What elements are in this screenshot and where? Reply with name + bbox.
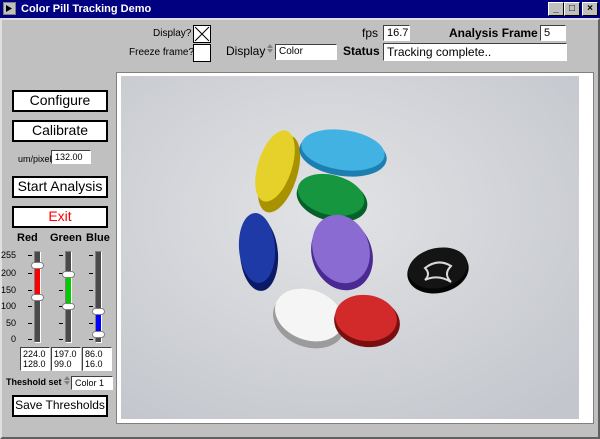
slider-tick bbox=[59, 255, 63, 256]
slider-range-fill bbox=[66, 274, 71, 307]
pills-scene bbox=[121, 76, 579, 419]
threshold-set-label: Theshold set bbox=[6, 377, 62, 387]
channel-label-red: Red bbox=[17, 232, 38, 244]
fps-label: fps bbox=[362, 26, 379, 40]
threshold-values-red: 224.0 128.0 bbox=[20, 347, 50, 371]
slider-tick bbox=[28, 255, 32, 256]
slider-thumb-lo[interactable] bbox=[31, 293, 44, 301]
slider-tick bbox=[28, 306, 32, 308]
slider-thumb-lo[interactable] bbox=[62, 303, 75, 311]
minimize-button[interactable]: _ bbox=[548, 2, 564, 16]
slider-tick bbox=[89, 322, 93, 324]
app-icon[interactable] bbox=[3, 2, 16, 15]
spin-up-icon[interactable] bbox=[267, 44, 273, 48]
display-mode-label: Display bbox=[226, 44, 266, 58]
scale-label: 200 bbox=[0, 268, 16, 279]
um-pixel-label: um/pixel bbox=[18, 154, 52, 164]
slider-tick bbox=[28, 322, 32, 324]
analysis-frame-value: 5 bbox=[540, 25, 566, 41]
scale-label: 0 bbox=[10, 334, 16, 344]
slider-tick bbox=[28, 273, 32, 275]
spin-down-icon[interactable] bbox=[64, 381, 70, 385]
display-mode-spinner[interactable] bbox=[266, 43, 274, 59]
calibrate-button[interactable]: Calibrate bbox=[12, 120, 108, 142]
threshold-low: 128.0 bbox=[23, 359, 46, 369]
threshold-set-spinner[interactable] bbox=[63, 375, 71, 391]
scale-label: 50 bbox=[5, 317, 16, 328]
scale-label: 255 bbox=[0, 250, 16, 260]
spin-down-icon[interactable] bbox=[267, 49, 273, 53]
save-thresholds-button[interactable]: Save Thresholds bbox=[12, 395, 108, 417]
scale-label: 100 bbox=[0, 301, 16, 312]
slider-thumb-hi[interactable] bbox=[92, 307, 105, 315]
status-label: Status bbox=[343, 44, 380, 58]
slider-tick bbox=[89, 339, 93, 340]
threshold-high: 197.0 bbox=[54, 349, 77, 359]
checked-x-icon bbox=[194, 26, 210, 42]
threshold-low: 99.0 bbox=[54, 359, 72, 369]
slider-tick bbox=[89, 289, 93, 291]
threshold-values-blue: 86.0 16.0 bbox=[82, 347, 112, 371]
configure-button[interactable]: Configure bbox=[12, 90, 108, 112]
spin-up-icon[interactable] bbox=[64, 376, 70, 380]
display-label: Display? bbox=[153, 28, 192, 39]
um-pixel-field[interactable]: 132.00 bbox=[51, 150, 91, 164]
display-mode-field[interactable]: Color bbox=[275, 44, 337, 60]
slider-tick bbox=[59, 289, 63, 291]
scale-label: 150 bbox=[0, 284, 16, 295]
status-field: Tracking complete.. bbox=[383, 43, 567, 61]
title-bar[interactable]: Color Pill Tracking Demo _ □ × bbox=[0, 0, 600, 18]
threshold-high: 86.0 bbox=[85, 349, 103, 359]
analysis-frame-label: Analysis Frame # bbox=[449, 26, 548, 40]
channel-label-green: Green bbox=[50, 232, 82, 244]
slider-tick bbox=[59, 339, 63, 340]
start-analysis-button[interactable]: Start Analysis bbox=[12, 176, 108, 198]
slider-tick bbox=[89, 273, 93, 275]
threshold-set-field[interactable]: Color 1 bbox=[71, 376, 113, 390]
threshold-values-green: 197.0 99.0 bbox=[51, 347, 81, 371]
slider-thumb-hi[interactable] bbox=[31, 262, 44, 270]
slider-thumb-lo[interactable] bbox=[92, 330, 105, 338]
slider-tick bbox=[89, 306, 93, 308]
slider-tick bbox=[59, 322, 63, 324]
slider-tick bbox=[28, 339, 32, 340]
maximize-button[interactable]: □ bbox=[564, 2, 580, 16]
display-checkbox[interactable] bbox=[193, 25, 211, 43]
freeze-frame-label: Freeze frame? bbox=[129, 47, 195, 58]
threshold-high: 224.0 bbox=[23, 349, 46, 359]
slider-tick bbox=[89, 255, 93, 256]
exit-button[interactable]: Exit bbox=[12, 206, 108, 228]
slider-tick bbox=[28, 289, 32, 291]
slider-thumb-hi[interactable] bbox=[62, 271, 75, 279]
fps-value: 16.7 bbox=[383, 25, 410, 41]
channel-label-blue: Blue bbox=[86, 232, 110, 244]
slider-range-fill bbox=[35, 265, 40, 297]
freeze-frame-checkbox[interactable] bbox=[193, 44, 211, 62]
close-button[interactable]: × bbox=[582, 2, 598, 16]
window-title: Color Pill Tracking Demo bbox=[21, 3, 152, 15]
camera-image[interactable] bbox=[121, 76, 579, 419]
threshold-low: 16.0 bbox=[85, 359, 103, 369]
